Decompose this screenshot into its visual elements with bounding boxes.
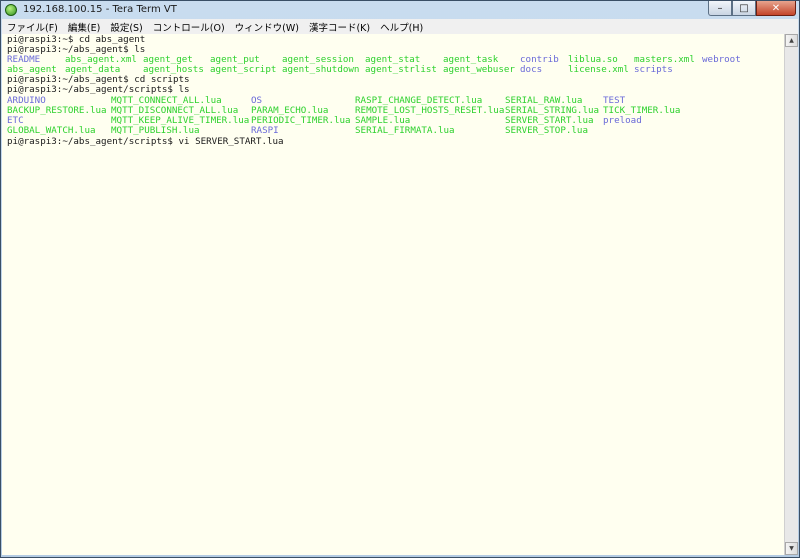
close-button[interactable]: ✕: [756, 1, 796, 16]
file-entry: GLOBAL_WATCH.lua: [7, 125, 96, 136]
file-entry: license.xml: [568, 64, 629, 75]
terminal-area[interactable]: pi@raspi3:~$ cd abs_agent pi@raspi3:~/ab…: [2, 34, 784, 555]
file-entry: agent_webuser: [443, 64, 515, 75]
file-entry: agent_script: [210, 64, 277, 75]
menu-kanji-code[interactable]: 漢字コード(K): [304, 20, 375, 34]
scroll-down-icon[interactable]: ▼: [785, 542, 798, 555]
file-entry: SERIAL_FIRMATA.lua: [355, 125, 455, 136]
menu-bar: ファイル(F) 編集(E) 設定(S) コントロール(O) ウィンドウ(W) 漢…: [2, 19, 798, 34]
window-controls: – □ ✕: [708, 1, 796, 17]
directory-entry: scripts: [634, 64, 673, 75]
menu-setup[interactable]: 設定(S): [105, 20, 147, 34]
file-entry: agent_strlist: [365, 64, 437, 75]
menu-control[interactable]: コントロール(O): [148, 20, 230, 34]
terminal-window: 192.168.100.15 - Tera Term VT – □ ✕ ファイル…: [0, 0, 800, 558]
scroll-up-icon[interactable]: ▲: [785, 34, 798, 47]
maximize-button[interactable]: □: [732, 1, 756, 16]
minimize-button[interactable]: –: [708, 1, 732, 16]
directory-entry: docs: [520, 64, 543, 75]
file-entry: agent_shutdown: [282, 64, 360, 75]
file-entry: MQTT_PUBLISH.lua: [111, 125, 200, 136]
directory-entry: preload: [603, 115, 642, 126]
ls-scripts-row: GLOBAL_WATCH.lua MQTT_PUBLISH.lua RASPI SER…: [7, 126, 777, 136]
file-entry: SERVER_STOP.lua: [505, 125, 588, 136]
menu-window[interactable]: ウィンドウ(W): [230, 20, 304, 34]
menu-help[interactable]: ヘルプ(H): [375, 20, 428, 34]
title-bar[interactable]: 192.168.100.15 - Tera Term VT – □ ✕: [1, 1, 799, 19]
menu-edit[interactable]: 編集(E): [63, 20, 105, 34]
menu-file[interactable]: ファイル(F): [2, 20, 63, 34]
terminal-line-ls-scripts: pi@raspi3:~/abs_agent/scripts$ ls: [7, 84, 190, 95]
terminal-line-vi: pi@raspi3:~/abs_agent/scripts$ vi SERVER…: [7, 136, 284, 147]
directory-entry: webroot: [702, 54, 741, 65]
vertical-scrollbar[interactable]: ▲ ▼: [784, 34, 798, 555]
directory-entry: RASPI: [251, 125, 279, 136]
teraterm-app-icon[interactable]: [5, 4, 17, 16]
window-title: 192.168.100.15 - Tera Term VT: [23, 4, 177, 15]
